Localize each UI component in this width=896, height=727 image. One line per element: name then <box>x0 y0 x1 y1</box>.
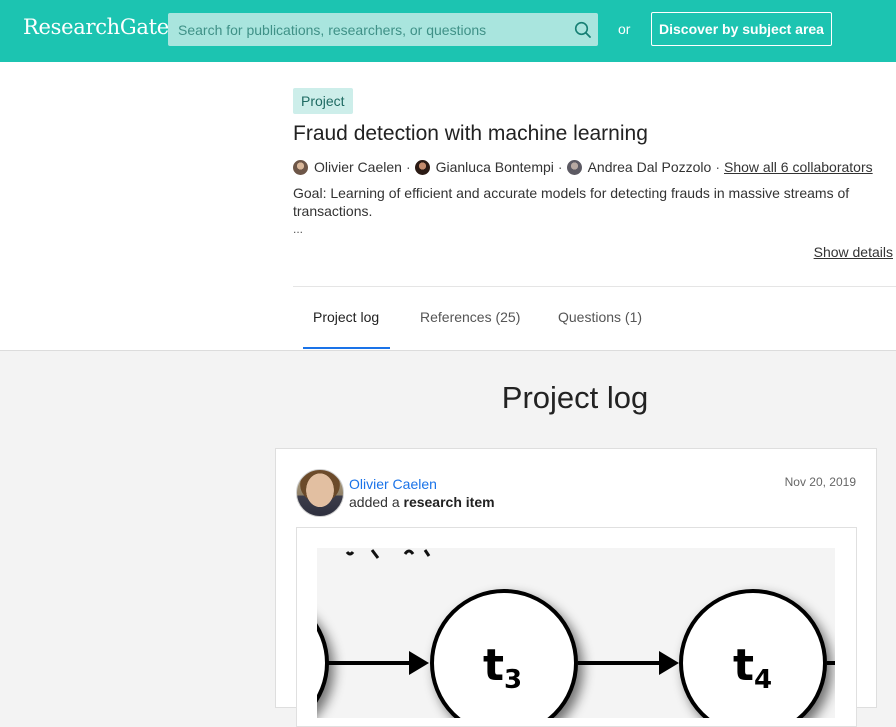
diagram-arrowhead <box>409 651 429 675</box>
action-prefix: added a <box>349 494 400 510</box>
collaborator-link[interactable]: Andrea Dal Pozzolo <box>588 159 712 175</box>
avatar[interactable] <box>414 159 430 175</box>
separator: · <box>405 159 411 175</box>
collaborators-row: Olivier Caelen · Gianluca Bontempi · And… <box>293 157 873 177</box>
show-all-collaborators-link[interactable]: Show all 6 collaborators <box>724 159 873 175</box>
separator: · <box>557 159 563 175</box>
research-item-image[interactable]: t 3 t 4 <box>317 548 835 718</box>
tab-project-log[interactable]: Project log <box>313 309 379 325</box>
collaborator-link[interactable]: Gianluca Bontempi <box>436 159 554 175</box>
separator: · <box>715 159 720 175</box>
research-item-preview[interactable]: t 3 t 4 <box>296 527 857 727</box>
researchgate-logo[interactable]: ResearchGate <box>23 15 169 39</box>
cropped-text-fragment <box>345 549 431 559</box>
search-input[interactable] <box>168 13 563 46</box>
project-badge: Project <box>293 88 353 114</box>
project-header: Project Fraud detection with machine lea… <box>0 62 896 351</box>
action-object: research item <box>403 494 495 510</box>
diagram-node <box>317 623 329 703</box>
top-bar: ResearchGate or Discover by subject area <box>0 0 896 62</box>
avatar[interactable] <box>293 159 308 175</box>
avatar[interactable] <box>296 469 344 517</box>
search-box[interactable] <box>168 13 598 46</box>
or-label: or <box>618 21 631 37</box>
node-label-t4: t <box>733 640 754 691</box>
author-link[interactable]: Olivier Caelen <box>349 476 437 492</box>
diagram-arrowhead <box>659 651 679 675</box>
discover-by-subject-button[interactable]: Discover by subject area <box>651 12 832 46</box>
divider <box>293 286 896 287</box>
post-date: Nov 20, 2019 <box>784 475 856 489</box>
project-log-heading: Project log <box>501 380 649 415</box>
avatar[interactable] <box>566 159 582 175</box>
goal-ellipsis: ... <box>293 222 304 236</box>
sequence-diagram: t 3 t 4 <box>317 549 835 718</box>
project-title: Fraud detection with machine learning <box>293 122 648 145</box>
log-entry-card: Olivier Caelen added a research item Nov… <box>275 448 877 727</box>
active-tab-indicator <box>303 347 390 349</box>
project-goal: Goal: Learning of efficient and accurate… <box>293 185 850 219</box>
node-subscript-3: 3 <box>504 665 522 695</box>
action-text: added a research item <box>349 494 495 510</box>
tab-references[interactable]: References (25) <box>420 309 520 325</box>
node-label-t3: t <box>483 640 504 691</box>
node-subscript-4: 4 <box>754 665 772 695</box>
search-icon[interactable] <box>574 21 592 39</box>
show-details-link[interactable]: Show details <box>814 244 893 260</box>
collaborator-link[interactable]: Olivier Caelen <box>314 159 402 175</box>
tab-questions[interactable]: Questions (1) <box>558 309 642 325</box>
